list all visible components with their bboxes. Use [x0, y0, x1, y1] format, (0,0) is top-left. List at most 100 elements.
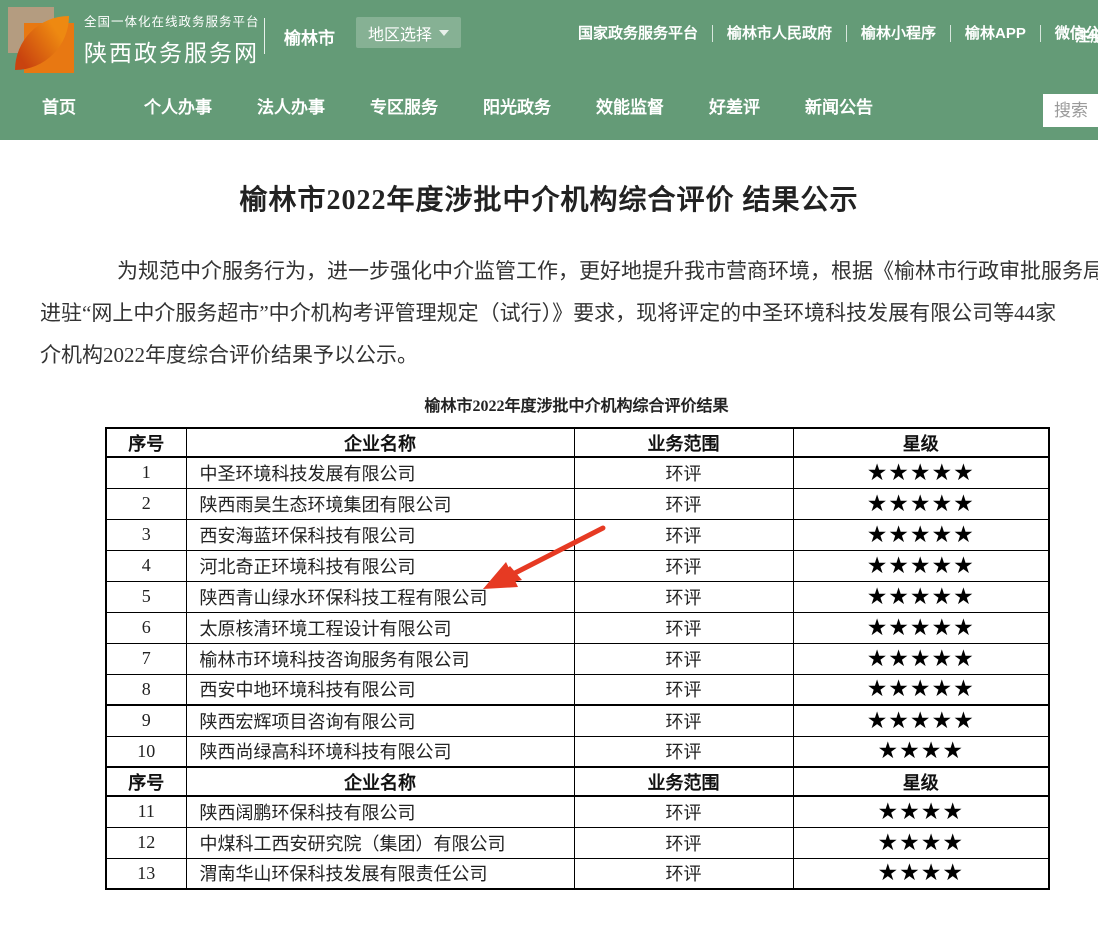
register-link[interactable]: 注册 — [1075, 25, 1098, 46]
cell-no: 1 — [106, 457, 186, 488]
cell-company: 中煤科工西安研究院（集团）有限公司 — [186, 827, 574, 858]
paragraph-line: 介机构2022年度综合评价结果予以公示。 — [0, 334, 1098, 376]
cell-no: 2 — [106, 488, 186, 519]
cell-star-rating: ★★★★★ — [793, 457, 1049, 488]
table-row: 3 西安海蓝环保科技有限公司 环评 ★★★★★ — [106, 519, 1049, 550]
nav-item-legal-person[interactable]: 法人办事 — [257, 93, 325, 118]
table-caption: 榆林市2022年度涉批中介机构综合评价结果 — [105, 392, 1048, 416]
nav-item-zone-services[interactable]: 专区服务 — [370, 93, 438, 118]
cell-scope: 环评 — [574, 519, 793, 550]
nav-item-efficiency[interactable]: 效能监督 — [596, 93, 664, 118]
notice-document: 榆林市2022年度涉批中介机构综合评价 结果公示 为规范中介服务行为，进一步强化… — [0, 140, 1098, 890]
table-row: 10 陕西尚绿高科环境科技有限公司 环评 ★★★★ — [106, 736, 1049, 767]
cell-scope: 环评 — [574, 736, 793, 767]
col-header-stars: 星级 — [793, 767, 1049, 796]
cell-no: 13 — [106, 858, 186, 889]
current-city-label: 榆林市 — [284, 24, 335, 49]
region-selector-button[interactable]: 地区选择 — [356, 17, 461, 48]
cell-company: 西安中地环境科技有限公司 — [186, 674, 574, 705]
cell-star-rating: ★★★★ — [793, 858, 1049, 889]
cell-company: 西安海蓝环保科技有限公司 — [186, 519, 574, 550]
cell-no: 7 — [106, 643, 186, 674]
cell-company: 陕西阔鹏环保科技有限公司 — [186, 796, 574, 827]
cell-company: 榆林市环境科技咨询服务有限公司 — [186, 643, 574, 674]
cell-no: 9 — [106, 705, 186, 736]
cell-star-rating: ★★★★★ — [793, 488, 1049, 519]
cell-star-rating: ★★★★ — [793, 796, 1049, 827]
table-row-highlighted: 4 河北奇正环境科技有限公司 环评 ★★★★★ — [106, 550, 1049, 581]
search-input[interactable] — [1043, 94, 1098, 127]
cell-star-rating: ★★★★★ — [793, 550, 1049, 581]
table-header-row: 序号 企业名称 业务范围 星级 — [106, 428, 1049, 457]
cell-scope: 环评 — [574, 705, 793, 736]
cell-star-rating: ★★★★ — [793, 736, 1049, 767]
site-header: 全国一体化在线政务服务平台 陕西政务服务网 榆林市 地区选择 国家政务服务平台 … — [0, 0, 1098, 140]
cell-company: 陕西尚绿高科环境科技有限公司 — [186, 736, 574, 767]
cell-no: 10 — [106, 736, 186, 767]
paragraph-line: 为规范中介服务行为，进一步强化中介监管工作，更好地提升我市营商环境，根据《榆林市… — [0, 250, 1098, 292]
table-row: 11 陕西阔鹏环保科技有限公司 环评 ★★★★ — [106, 796, 1049, 827]
page: { "header": { "platform_small": "全国一体化在线… — [0, 0, 1098, 947]
col-header-stars: 星级 — [793, 428, 1049, 457]
table-row: 12 中煤科工西安研究院（集团）有限公司 环评 ★★★★ — [106, 827, 1049, 858]
evaluation-table: 序号 企业名称 业务范围 星级 1 中圣环境科技发展有限公司 环评 ★★★★★ … — [105, 427, 1050, 890]
site-title: 陕西政务服务网 — [84, 34, 260, 68]
cell-star-rating: ★★★★★ — [793, 643, 1049, 674]
table-row: 2 陕西雨昊生态环境集团有限公司 环评 ★★★★★ — [106, 488, 1049, 519]
cell-star-rating: ★★★★★ — [793, 674, 1049, 705]
col-header-no: 序号 — [106, 428, 186, 457]
page-title: 榆林市2022年度涉批中介机构综合评价 结果公示 — [0, 178, 1098, 218]
table-row: 7 榆林市环境科技咨询服务有限公司 环评 ★★★★★ — [106, 643, 1049, 674]
notice-paragraph: 为规范中介服务行为，进一步强化中介监管工作，更好地提升我市营商环境，根据《榆林市… — [0, 250, 1098, 376]
cell-star-rating: ★★★★★ — [793, 581, 1049, 612]
link-yulin-app[interactable]: 榆林APP — [951, 25, 1041, 42]
cell-no: 8 — [106, 674, 186, 705]
cell-company: 渭南华山环保科技发展有限责任公司 — [186, 858, 574, 889]
col-header-name: 企业名称 — [186, 428, 574, 457]
col-header-scope: 业务范围 — [574, 428, 793, 457]
top-link-bar: 国家政务服务平台 榆林市人民政府 榆林小程序 榆林APP 微信公众号 — [578, 25, 1098, 42]
table-row: 6 太原核清环境工程设计有限公司 环评 ★★★★★ — [106, 612, 1049, 643]
col-header-no: 序号 — [106, 767, 186, 796]
col-header-scope: 业务范围 — [574, 767, 793, 796]
cell-scope: 环评 — [574, 796, 793, 827]
cell-star-rating: ★★★★★ — [793, 612, 1049, 643]
nav-item-sunshine-gov[interactable]: 阳光政务 — [483, 93, 551, 118]
cell-scope: 环评 — [574, 827, 793, 858]
platform-tagline: 全国一体化在线政务服务平台 — [84, 11, 260, 30]
nav-item-home[interactable]: 首页 — [42, 93, 76, 118]
cell-no: 5 — [106, 581, 186, 612]
cell-company: 陕西青山绿水环保科技工程有限公司 — [186, 581, 574, 612]
nav-item-rating[interactable]: 好差评 — [709, 93, 760, 118]
cell-no: 12 — [106, 827, 186, 858]
table-row: 8 西安中地环境科技有限公司 环评 ★★★★★ — [106, 674, 1049, 705]
table-row: 5 陕西青山绿水环保科技工程有限公司 环评 ★★★★★ — [106, 581, 1049, 612]
link-yulin-government[interactable]: 榆林市人民政府 — [713, 25, 847, 42]
cell-scope: 环评 — [574, 581, 793, 612]
site-brand: 全国一体化在线政务服务平台 陕西政务服务网 — [84, 11, 260, 68]
nav-item-news[interactable]: 新闻公告 — [805, 93, 873, 118]
link-yulin-miniprogram[interactable]: 榆林小程序 — [847, 25, 951, 42]
cell-scope: 环评 — [574, 858, 793, 889]
table-row: 1 中圣环境科技发展有限公司 环评 ★★★★★ — [106, 457, 1049, 488]
cell-scope: 环评 — [574, 643, 793, 674]
cell-star-rating: ★★★★★ — [793, 519, 1049, 550]
cell-star-rating: ★★★★★ — [793, 705, 1049, 736]
cell-scope: 环评 — [574, 457, 793, 488]
table-row: 9 陕西宏辉项目咨询有限公司 环评 ★★★★★ — [106, 705, 1049, 736]
cell-no: 11 — [106, 796, 186, 827]
site-logo — [8, 7, 74, 73]
link-national-platform[interactable]: 国家政务服务平台 — [578, 25, 713, 42]
chevron-down-icon — [439, 30, 449, 36]
paragraph-line: 进驻“网上中介服务超市”中介机构考评管理规定（试行）》要求，现将评定的中圣环境科… — [0, 292, 1098, 334]
cell-company: 河北奇正环境科技有限公司 — [186, 550, 574, 581]
cell-no: 3 — [106, 519, 186, 550]
cell-scope: 环评 — [574, 674, 793, 705]
cell-company: 陕西宏辉项目咨询有限公司 — [186, 705, 574, 736]
cell-company: 陕西雨昊生态环境集团有限公司 — [186, 488, 574, 519]
cell-company: 中圣环境科技发展有限公司 — [186, 457, 574, 488]
nav-item-personal[interactable]: 个人办事 — [144, 93, 212, 118]
brand-divider — [264, 18, 265, 54]
cell-company: 太原核清环境工程设计有限公司 — [186, 612, 574, 643]
cell-no: 6 — [106, 612, 186, 643]
